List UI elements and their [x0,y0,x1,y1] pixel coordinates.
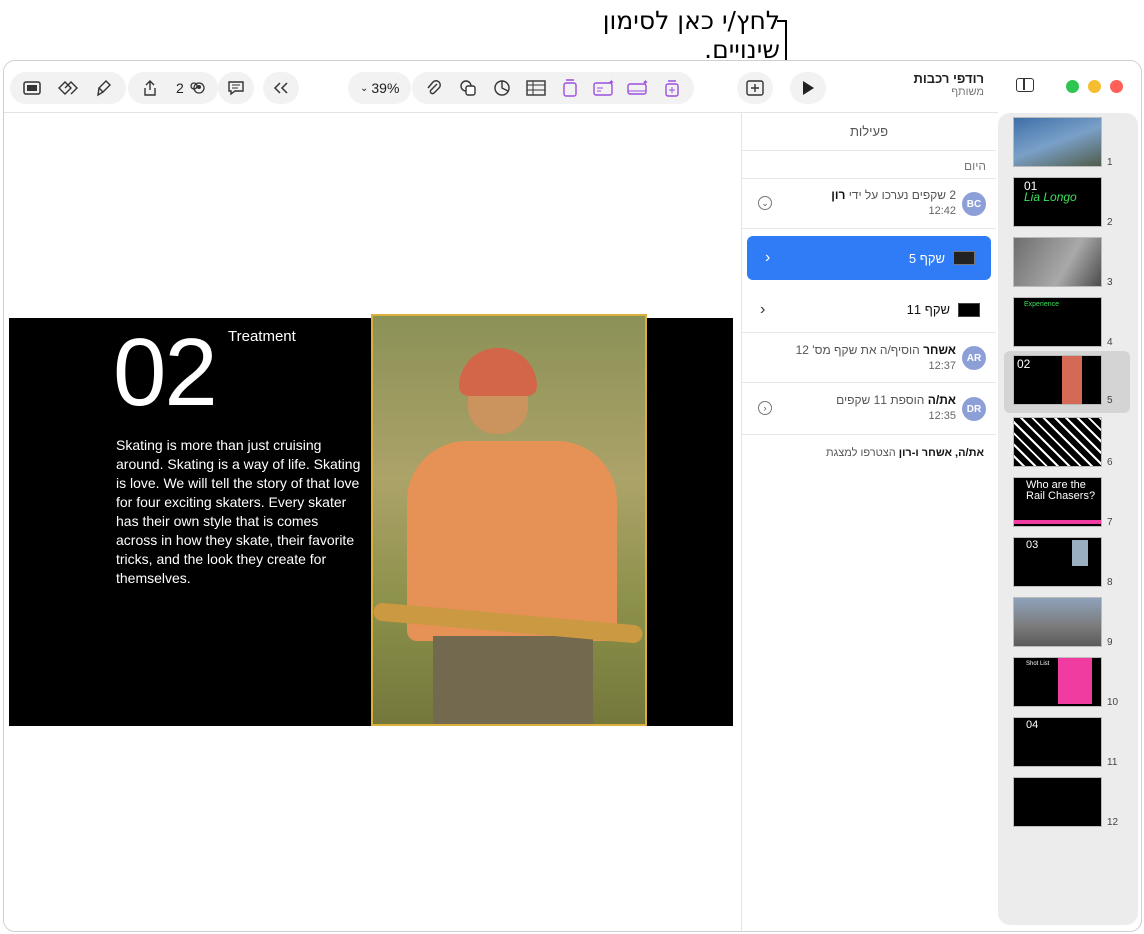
activity-row[interactable]: DR את/ה הוספת 11 שקפים 12:35 ‹ [742,383,996,435]
animate-icon[interactable] [52,72,84,104]
zoom-value: 39% [371,80,400,96]
chevron-down-icon: ⌄ [360,82,369,94]
slide-5-label: שקף 5 [908,250,945,266]
media-icon[interactable]: ✦ [588,72,620,104]
app-window: 2 ⌄ 39% ✦ ✦ רודפי רכבות משותף 02 Treatme… [3,60,1142,932]
slide-thumbnail[interactable]: Shot List 10 [1013,657,1125,713]
slide-thumbnail[interactable]: 1 [1013,117,1125,173]
skater-photo[interactable] [371,314,647,726]
zoom-window-button[interactable] [1066,80,1079,93]
selection-overlay [373,316,645,724]
slide-thumbnail[interactable]: 04 11 [1013,717,1125,773]
chart-icon[interactable] [486,72,518,104]
activity-footer: את/ה, אשחר ו-רון הצטרפו למצגת [826,447,984,459]
chevron-left-icon: ‹ [760,300,766,318]
slide-11-change-row[interactable]: שקף 11 ‹ [742,287,996,333]
sidebar-toggle-icon[interactable] [1016,78,1034,92]
callout-text: לחץ/י כאן לסימון שינויים. [602,6,780,64]
document-subtitle: משותף [951,86,984,98]
slide-number-heading: 02 [113,319,218,426]
zoom-select[interactable]: ⌄ 39% [354,80,405,96]
activity-time: 12:42 [928,205,956,217]
zoom-tools: ⌄ 39% [348,72,412,104]
paperclip-icon[interactable] [418,72,450,104]
slide-thumbnail-icon [958,302,980,317]
slide-11-label: שקף 11 [906,302,950,317]
slide-body-text[interactable]: Skating is more than just cruising aroun… [116,436,361,588]
play-tools [790,72,826,104]
slide-heading: Treatment [228,328,296,345]
slide-thumbnail[interactable]: 12 [1013,777,1125,833]
view-tools [10,72,126,104]
avatar: DR [962,397,986,421]
activity-text: את/ה הוספת 11 שקפים [836,393,956,407]
plus-square-icon[interactable] [739,72,771,104]
comment-box-icon[interactable]: ✦ [622,72,654,104]
table-icon[interactable] [520,72,552,104]
comment-icon[interactable] [220,72,252,104]
slide-thumbnail-selected[interactable]: 02 5 [1004,351,1130,413]
play-icon[interactable] [792,72,824,104]
chevron-left-circle-icon[interactable]: ‹ [758,401,772,415]
activity-row[interactable]: BC 2 שקפים נערכו על ידי רון 12:42 ⌄ [742,179,996,229]
document-title: רודפי רכבות [913,71,984,86]
avatar: AR [962,346,986,370]
today-label: היום [742,151,996,179]
current-slide[interactable]: 02 Treatment Skating is more than just c… [9,314,733,726]
new-slide-tools [737,72,773,104]
comment-tools [218,72,254,104]
activity-panel: פעילות היום BC 2 שקפים נערכו על ידי רון … [741,113,996,931]
share-icon[interactable] [134,72,166,104]
collapse-tools [263,72,299,104]
slide-thumbnail[interactable]: 03 8 [1013,537,1125,593]
document-title-area[interactable]: רודפי רכבות משותף [884,71,984,98]
activity-header: פעילות [742,113,996,151]
close-window-button[interactable] [1110,80,1123,93]
slide-thumbnail[interactable]: Experience 4 [1013,297,1125,353]
shapes-icon[interactable] [452,72,484,104]
double-chevron-left-icon[interactable] [265,72,297,104]
slide-thumbnail[interactable]: 6 [1013,417,1125,473]
chevron-left-icon: ‹ [765,249,771,266]
add-slide-icon[interactable] [656,72,688,104]
svg-text:✦: ✦ [608,79,615,87]
collaborators-button[interactable]: 2 [170,80,212,96]
view-icon[interactable] [16,72,48,104]
toolbar: 2 ⌄ 39% ✦ ✦ רודפי רכבות משותף [4,61,1004,113]
slide-thumbnail[interactable]: Who are the Rail Chasers? 7 [1013,477,1125,533]
insert-tools: ✦ ✦ [412,72,694,104]
activity-text: אשחר הוסיף/ה את שקף מס' 12 [795,343,956,357]
slide-thumbnail[interactable]: 01 Lia Longo 2 [1013,177,1125,233]
svg-text:✦: ✦ [642,79,649,87]
share-tools: 2 [128,72,218,104]
slide-thumbnail[interactable]: 9 [1013,597,1125,653]
activity-time: 12:35 [928,410,956,422]
slide-thumbnail[interactable]: 3 [1013,237,1125,293]
format-brush-icon[interactable] [88,72,120,104]
collaborators-icon [190,82,205,94]
avatar: BC [962,192,986,216]
minimize-window-button[interactable] [1088,80,1101,93]
collaborator-count: 2 [176,80,184,96]
activity-row[interactable]: AR אשחר הוסיף/ה את שקף מס' 12 12:37 [742,333,996,383]
activity-text: 2 שקפים נערכו על ידי רון [831,188,956,202]
activity-time: 12:37 [928,360,956,372]
slide-thumbnail-icon [953,251,975,265]
slide-5-change-row[interactable]: שקף 5 ‹ [747,236,991,280]
text-box-icon[interactable] [554,72,586,104]
chevron-down-circle-icon[interactable]: ⌄ [758,196,772,210]
slide-canvas[interactable]: 02 Treatment Skating is more than just c… [4,113,741,931]
